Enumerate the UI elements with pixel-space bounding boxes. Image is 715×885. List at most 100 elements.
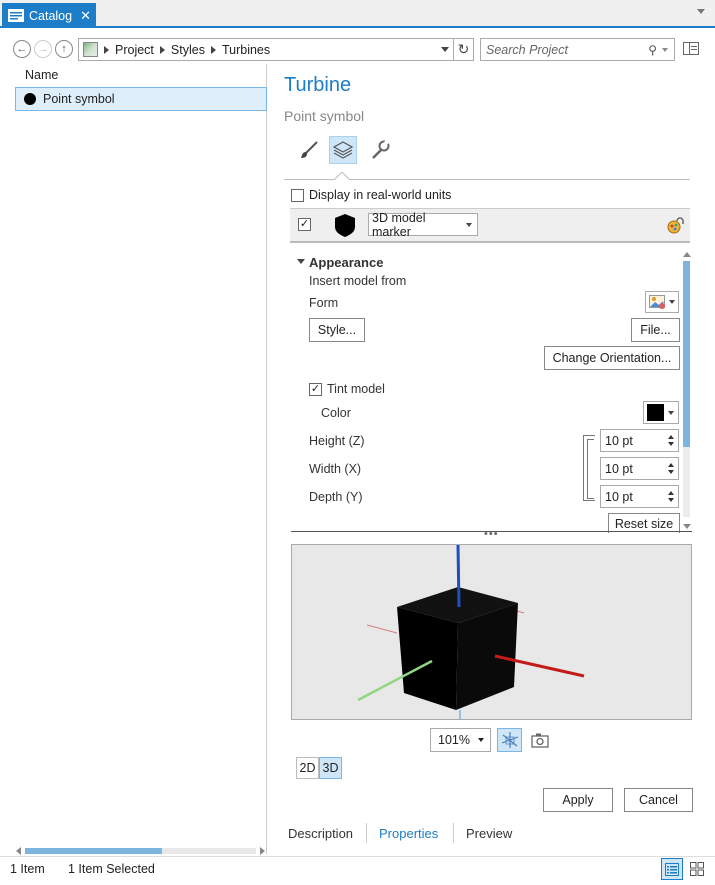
collapse-chevron-down-icon[interactable] (297, 259, 305, 264)
symbol-preview[interactable] (291, 544, 692, 720)
realworld-units-label: Display in real-world units (309, 188, 452, 202)
tint-model-label: Tint model (327, 382, 385, 396)
item-title: Turbine (284, 74, 352, 96)
refresh-icon[interactable]: ↻ (454, 38, 474, 61)
layer-visibility-checkbox[interactable]: ✓ (298, 218, 311, 231)
details-view-icon[interactable] (661, 858, 683, 880)
insert-model-label: Insert model from (309, 274, 407, 288)
height-label: Height (Z) (309, 434, 365, 448)
chevron-down-icon (669, 300, 675, 304)
forward-arrow-icon[interactable]: → (34, 40, 52, 58)
wrench-icon[interactable] (366, 136, 394, 164)
appearance-section-title[interactable]: Appearance (309, 255, 383, 270)
layer-type-dropdown[interactable]: 3D model marker (368, 210, 478, 239)
details-pane-icon[interactable] (683, 42, 699, 55)
zoom-dropdown[interactable]: 101% (430, 728, 491, 752)
tab-separator (366, 823, 367, 843)
breadcrumb[interactable]: Project Styles Turbines (78, 38, 454, 61)
reset-size-button[interactable]: Reset size (608, 513, 680, 533)
realworld-units-option[interactable]: Display in real-world units (291, 188, 451, 202)
color-swatch (647, 404, 664, 421)
search-placeholder: Search Project (486, 42, 568, 57)
tiles-view-icon[interactable] (686, 858, 708, 880)
tab-properties[interactable]: Properties (379, 826, 438, 841)
scroll-down-icon[interactable] (683, 524, 691, 529)
chevron-right-icon (104, 45, 109, 54)
splitter-grip-icon[interactable]: ••• (484, 529, 499, 540)
back-arrow-icon[interactable]: ← (13, 40, 31, 58)
depth-label: Depth (Y) (309, 490, 363, 504)
paintbrush-icon[interactable] (295, 136, 323, 164)
vertical-scrollbar[interactable] (681, 249, 692, 531)
form-picker-button[interactable] (645, 291, 679, 313)
file-button[interactable]: File... (631, 318, 680, 342)
active-tab-notch (334, 172, 350, 180)
project-icon (83, 42, 98, 57)
height-value: 10 pt (605, 433, 633, 448)
symbol-layers-icon[interactable] (329, 136, 357, 164)
contents-list-pane (0, 64, 267, 854)
change-orientation-button[interactable]: Change Orientation... (544, 346, 680, 370)
close-icon[interactable]: ✕ (80, 8, 91, 24)
lock-proportions-bracket[interactable] (583, 435, 595, 501)
tab-menu-chevron-down-icon[interactable] (697, 9, 705, 14)
search-input[interactable]: Search Project ⚲ (480, 38, 675, 61)
style-button[interactable]: Style... (309, 318, 365, 342)
decrement-icon[interactable] (668, 498, 674, 502)
chevron-down-icon (466, 222, 472, 227)
height-stepper[interactable]: 10 pt (600, 429, 679, 452)
apply-button[interactable]: Apply (543, 788, 613, 812)
axes-toggle-icon[interactable] (497, 728, 522, 752)
tab-preview[interactable]: Preview (466, 826, 512, 841)
color-picker-button[interactable] (643, 401, 679, 424)
column-header-name[interactable]: Name (25, 68, 58, 82)
form-label: Form (309, 296, 339, 310)
scroll-thumb[interactable] (683, 261, 690, 447)
preview-3d-button[interactable]: 3D (319, 757, 342, 779)
decrement-icon[interactable] (668, 470, 674, 474)
selection-count: 1 Item Selected (68, 862, 155, 876)
depth-stepper[interactable]: 10 pt (600, 485, 679, 508)
breadcrumb-styles[interactable]: Styles (171, 43, 205, 57)
search-options-chevron-down-icon[interactable] (662, 47, 668, 52)
breadcrumb-project[interactable]: Project (115, 43, 154, 57)
lock-color-icon[interactable] (666, 216, 684, 234)
chevron-down-icon (668, 410, 674, 415)
history-chevron-down-icon[interactable] (441, 47, 449, 52)
tab-description[interactable]: Description (288, 826, 353, 841)
increment-icon[interactable] (668, 463, 674, 467)
cube-preview-graphic (357, 545, 585, 719)
scroll-left-icon[interactable] (16, 847, 21, 855)
horizontal-scrollbar[interactable] (15, 846, 266, 856)
tint-model-option[interactable]: ✓ Tint model (309, 382, 385, 396)
list-item[interactable]: Point symbol (15, 87, 267, 111)
item-count: 1 Item (10, 862, 45, 876)
catalog-tab[interactable]: Catalog ✕ (2, 3, 96, 28)
depth-value: 10 pt (605, 489, 633, 504)
search-icon[interactable]: ⚲ (648, 43, 657, 57)
list-item-label: Point symbol (43, 92, 115, 106)
camera-icon[interactable] (530, 731, 550, 749)
tint-model-checkbox[interactable]: ✓ (309, 382, 322, 396)
tab-separator (453, 823, 454, 843)
decrement-icon[interactable] (668, 442, 674, 446)
chevron-down-icon (478, 738, 484, 742)
model-marker-swatch-icon (335, 214, 355, 237)
color-label: Color (321, 406, 351, 420)
cancel-button[interactable]: Cancel (624, 788, 693, 812)
scroll-right-icon[interactable] (260, 847, 265, 855)
width-value: 10 pt (605, 461, 633, 476)
image-icon (649, 294, 665, 309)
scroll-thumb[interactable] (25, 848, 162, 854)
width-stepper[interactable]: 10 pt (600, 457, 679, 480)
realworld-units-checkbox[interactable] (291, 188, 304, 202)
layer-type-value: 3D model marker (372, 210, 426, 239)
scroll-up-icon[interactable] (683, 252, 691, 257)
zoom-value: 101% (438, 733, 470, 747)
item-subtitle: Point symbol (284, 108, 365, 124)
increment-icon[interactable] (668, 491, 674, 495)
increment-icon[interactable] (668, 435, 674, 439)
preview-2d-button[interactable]: 2D (296, 757, 319, 779)
up-arrow-icon[interactable]: ↑ (55, 40, 73, 58)
breadcrumb-turbines[interactable]: Turbines (222, 43, 270, 57)
